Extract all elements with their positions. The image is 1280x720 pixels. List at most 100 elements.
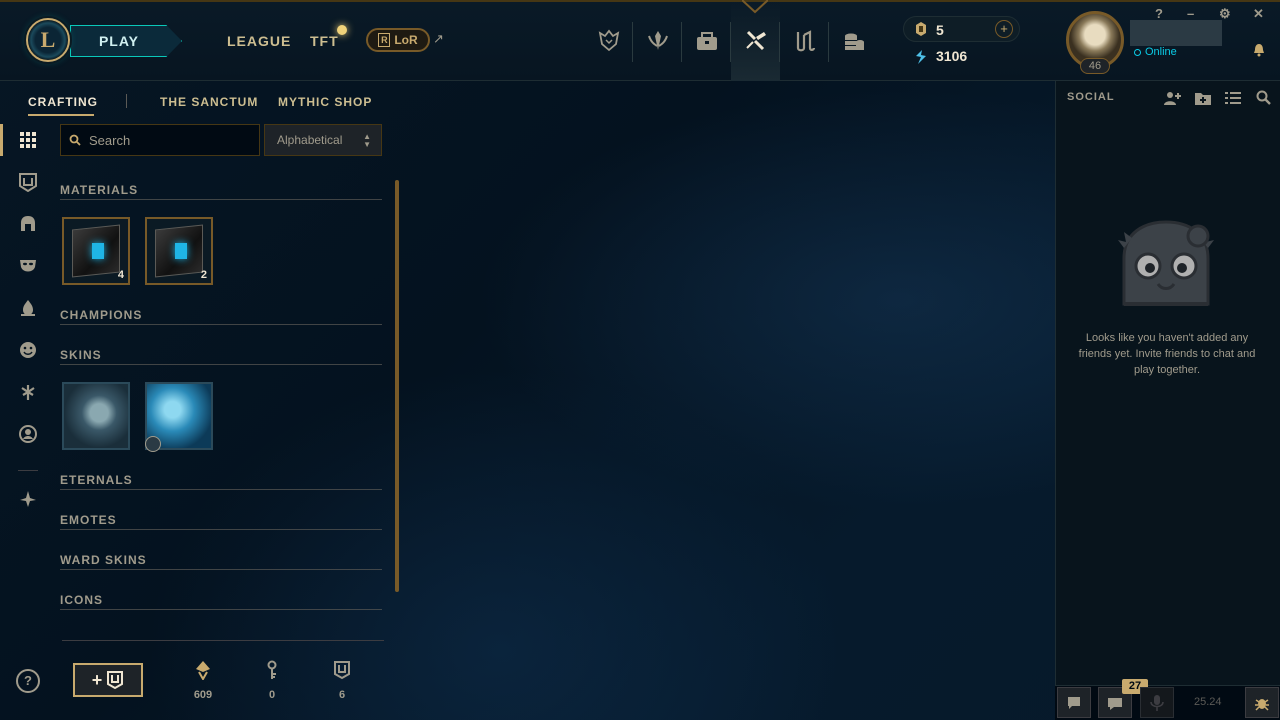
craft-key-button[interactable]: + — [73, 663, 143, 697]
help-window-button[interactable]: ? — [1155, 6, 1163, 21]
play-button-label: PLAY — [98, 33, 140, 49]
chest-icon[interactable] — [17, 171, 39, 193]
close-button[interactable]: ✕ — [1253, 6, 1264, 22]
profile-icon-icon[interactable] — [17, 423, 39, 445]
key-fragment-icon — [267, 660, 277, 679]
conversations-icon — [1108, 697, 1122, 710]
search-input[interactable] — [89, 132, 249, 148]
key-fragment-value: 0 — [268, 689, 276, 701]
section-skins[interactable]: SKINS — [60, 348, 382, 365]
minimize-button[interactable]: – — [1187, 6, 1194, 21]
social-panel — [1055, 81, 1280, 685]
plus-icon: + — [91, 669, 103, 690]
active-tab-caret-icon — [742, 0, 768, 14]
summoner-name-redacted — [1130, 20, 1222, 46]
section-champions-label: CHAMPIONS — [60, 308, 143, 322]
orange-essence-value: 609 — [193, 689, 213, 701]
lor-button[interactable]: R LoR — [366, 28, 430, 52]
settings-button[interactable]: ⚙ — [1219, 6, 1231, 22]
chest-gem-icon — [92, 243, 104, 259]
section-divider — [60, 609, 382, 610]
rp-value: 5 — [936, 22, 944, 38]
key-fragment-counter: 0 — [252, 660, 292, 701]
social-empty-message: Looks like you haven't added any friends… — [1078, 332, 1256, 376]
emote-icon[interactable] — [17, 339, 39, 361]
key-counter: 6 — [322, 660, 362, 701]
key-value: 6 — [338, 689, 346, 701]
eternals-icon[interactable] — [17, 381, 39, 403]
chat-button[interactable] — [1057, 687, 1091, 718]
bell-icon[interactable] — [1251, 42, 1267, 58]
helmet-icon[interactable] — [17, 213, 39, 235]
tab-crafting[interactable]: CRAFTING — [28, 95, 98, 109]
version-label: 25.24 — [1194, 696, 1222, 708]
section-materials[interactable]: MATERIALS — [60, 183, 382, 200]
store-icon[interactable] — [780, 0, 829, 81]
bottom-divider — [62, 640, 384, 641]
league-logo[interactable]: L — [26, 18, 70, 62]
rail-active-indicator — [0, 124, 3, 156]
buy-rp-button[interactable]: + — [995, 20, 1013, 38]
sort-dropdown[interactable]: Alphabetical ▲ ▼ — [264, 124, 382, 156]
section-champions[interactable]: CHAMPIONS — [60, 308, 382, 325]
section-eternals[interactable]: ETERNALS — [60, 473, 382, 490]
section-divider — [60, 364, 382, 365]
section-skins-label: SKINS — [60, 348, 102, 362]
search-icon — [69, 134, 81, 146]
section-materials-label: MATERIALS — [60, 183, 139, 197]
play-button[interactable]: PLAY — [70, 25, 182, 57]
tft-icon[interactable] — [17, 488, 39, 510]
nav-icon-group — [584, 0, 878, 81]
section-ward-skins[interactable]: WARD SKINS — [60, 553, 382, 570]
search-field — [60, 124, 260, 156]
blue-essence-icon — [916, 50, 926, 64]
search-icon[interactable] — [1255, 89, 1273, 107]
sort-value: Alphabetical — [277, 133, 343, 147]
chat-bubble-icon — [1068, 696, 1080, 709]
section-emotes[interactable]: EMOTES — [60, 513, 382, 530]
orange-essence-counter: 609 — [183, 660, 223, 701]
loot-scrollbar[interactable] — [395, 180, 399, 592]
add-friend-icon[interactable] — [1163, 89, 1181, 107]
section-divider — [60, 529, 382, 530]
status-text: Online — [1145, 46, 1177, 58]
tab-active-underline — [28, 114, 94, 116]
section-divider — [60, 569, 382, 570]
section-icons[interactable]: ICONS — [60, 593, 382, 610]
key-icon — [334, 661, 350, 680]
loot-item-masterwork-chest[interactable]: 2 — [145, 217, 213, 285]
level-badge: 46 — [1080, 58, 1110, 74]
tab-mythic-shop[interactable]: MYTHIC SHOP — [278, 95, 372, 109]
currency-stack-icon[interactable] — [829, 0, 878, 81]
skin-rarity-icon — [145, 436, 161, 452]
help-button[interactable]: ? — [16, 669, 40, 693]
worlds-icon[interactable] — [584, 0, 633, 81]
add-folder-icon[interactable] — [1194, 89, 1212, 107]
collection-icon[interactable] — [682, 0, 731, 81]
grid-icon[interactable] — [17, 129, 39, 151]
external-link-icon: ↗ — [433, 31, 444, 46]
loot-item-hextech-chest[interactable]: 4 — [62, 217, 130, 285]
list-icon[interactable] — [1224, 89, 1242, 107]
loot-count: 2 — [200, 269, 207, 281]
section-eternals-label: ETERNALS — [60, 473, 133, 487]
mask-icon[interactable] — [17, 255, 39, 277]
blue-essence-value: 3106 — [936, 48, 968, 64]
poro-icon — [1118, 220, 1214, 306]
nav-league[interactable]: LEAGUE — [227, 33, 291, 49]
profile-crest-icon[interactable] — [633, 0, 682, 81]
rail-divider — [18, 470, 38, 471]
tab-the-sanctum[interactable]: THE SANCTUM — [160, 95, 258, 109]
tft-notification-dot — [337, 25, 347, 35]
status-indicator[interactable]: Online — [1134, 46, 1177, 58]
nav-tft[interactable]: TFT — [310, 33, 339, 49]
loot-item-skin-shard-1[interactable] — [62, 382, 130, 450]
voice-button[interactable] — [1140, 687, 1174, 718]
ward-icon[interactable] — [17, 297, 39, 319]
loot-item-skin-shard-2[interactable] — [145, 382, 213, 452]
rp-icon — [916, 22, 926, 36]
section-ward-skins-label: WARD SKINS — [60, 553, 147, 567]
section-icons-label: ICONS — [60, 593, 104, 607]
bug-report-button[interactable] — [1245, 687, 1279, 718]
loot-count: 4 — [117, 269, 124, 281]
